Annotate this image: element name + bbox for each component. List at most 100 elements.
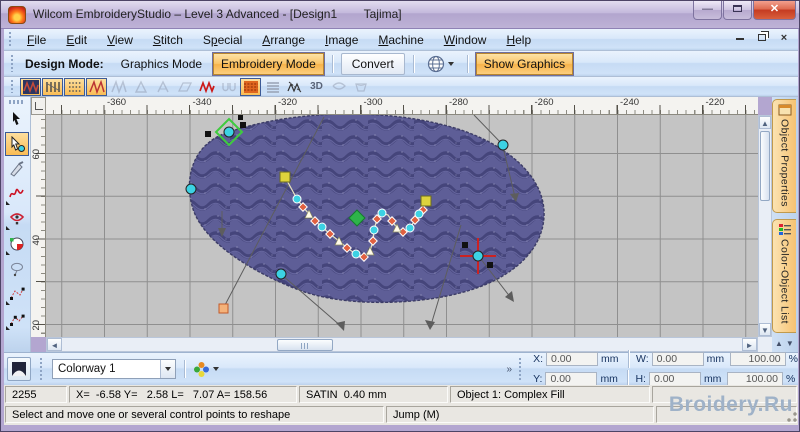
x-field[interactable]: 0.00 <box>546 352 599 366</box>
scale-y-field[interactable]: 100.00 <box>726 372 783 386</box>
convert-button[interactable]: Convert <box>340 52 405 75</box>
menu-item[interactable]: Window <box>434 31 497 49</box>
menu-bar: File Edit View Stitch Special Arrange Im… <box>4 29 798 51</box>
y-label: Y: <box>533 373 543 385</box>
embroidery-mode-button[interactable]: Embroidery Mode <box>212 51 325 76</box>
tab-color-object-list[interactable]: Color-Object List <box>772 219 796 333</box>
toolbar-grip[interactable] <box>9 100 25 104</box>
toolbar-grip[interactable] <box>10 54 15 73</box>
toolbar-grip[interactable] <box>8 32 13 47</box>
ruler-label: -340 <box>192 97 212 108</box>
w-field[interactable]: 0.00 <box>651 352 704 366</box>
tab-object-properties[interactable]: Object Properties <box>772 99 796 213</box>
menu-item[interactable]: Stitch <box>143 31 193 49</box>
zigzag-orange-icon[interactable] <box>42 77 63 96</box>
lasso-tool[interactable] <box>5 257 29 281</box>
close-button[interactable]: ✕ <box>753 1 796 20</box>
fill-a-icon <box>130 78 151 96</box>
prompt-text: Select and move one or several control p… <box>5 406 384 423</box>
menu-item[interactable]: Edit <box>56 31 97 49</box>
colorway-dropdown-icon[interactable] <box>160 360 175 378</box>
satin-outline-icon[interactable] <box>86 77 107 96</box>
menu-item[interactable]: Arrange <box>252 31 315 49</box>
ruler-label: -320 <box>278 97 298 108</box>
show-graphics-button[interactable]: Show Graphics <box>474 51 575 76</box>
reshape-tool[interactable] <box>5 132 29 156</box>
mdi-restore-icon[interactable] <box>754 32 770 46</box>
y-field[interactable]: 0.00 <box>545 372 598 386</box>
basket-weave-icon <box>350 78 371 96</box>
fill-a-open-icon <box>152 78 173 96</box>
tab-scroll-down-icon[interactable]: ▼ <box>786 339 794 348</box>
resize-grip[interactable] <box>784 407 798 423</box>
menu-item[interactable]: Help <box>496 31 541 49</box>
mdi-minimize-icon[interactable] <box>732 32 748 46</box>
wheel-tool[interactable] <box>5 232 29 256</box>
embroidery-design <box>185 115 545 331</box>
mdi-close-icon[interactable]: × <box>776 32 792 46</box>
percent-x: % <box>788 353 798 365</box>
menu-item[interactable]: Machine <box>368 31 433 49</box>
h-label: H: <box>635 373 646 385</box>
vertical-scrollbar[interactable]: ▲ ▼ <box>758 115 772 337</box>
polyline-tool[interactable] <box>5 307 29 331</box>
menu-item[interactable]: Image <box>315 31 368 49</box>
ruler-corner-button[interactable] <box>31 97 46 115</box>
ruler-label: -360 <box>107 97 127 108</box>
ruler-label: -280 <box>449 97 469 108</box>
fancy-fill-icon[interactable] <box>284 78 305 96</box>
loops-gray-icon <box>218 78 239 96</box>
zigzag-dark-icon[interactable] <box>20 77 41 96</box>
knife-tool[interactable] <box>5 157 29 181</box>
design-canvas[interactable] <box>46 115 758 337</box>
palette-button[interactable] <box>189 359 223 380</box>
scroll-up-icon[interactable]: ▲ <box>759 116 771 129</box>
select-tool[interactable] <box>5 107 29 131</box>
stitch-toolbar: 3D <box>4 77 798 97</box>
ruler-label: -240 <box>620 97 640 108</box>
freehand-tool[interactable] <box>5 182 29 206</box>
maximize-icon <box>733 5 742 12</box>
transform-panel: X: 0.00 mm W: 0.00 mm 100.00 % Y: 0.00 m… <box>533 350 798 388</box>
tab-scroll-up-icon[interactable]: ▲ <box>775 339 783 348</box>
hoop-globe-button[interactable] <box>422 53 459 75</box>
vertical-scroll-thumb[interactable] <box>760 131 770 201</box>
overflow-chevron-icon[interactable]: » <box>507 364 513 375</box>
wave-red-icon[interactable] <box>196 78 217 96</box>
horizontal-ruler: -360 -340 -320 -300 -280 -260 -240 -220 <box>46 97 758 115</box>
minimize-button[interactable]: — <box>693 1 722 20</box>
menu-item[interactable]: File <box>17 31 56 49</box>
design-mode-label: Design Mode: <box>25 56 104 71</box>
scroll-down-icon[interactable]: ▼ <box>759 323 771 336</box>
title-bar[interactable]: Wilcom EmbroideryStudio – Level 3 Advanc… <box>1 1 799 29</box>
3d-effect-icon[interactable]: 3D <box>306 78 327 96</box>
maximize-button[interactable] <box>723 1 752 20</box>
menu-item[interactable]: Special <box>193 31 252 49</box>
scroll-left-icon[interactable]: ◄ <box>47 338 62 351</box>
tatami-fill-icon[interactable] <box>240 77 261 96</box>
mode-hint: Jump (M) <box>386 406 654 423</box>
tab-label: Color-Object List <box>778 239 791 324</box>
toolbar-grip[interactable] <box>10 79 15 94</box>
flag-fill-icon <box>174 78 195 96</box>
w-unit: mm <box>706 353 725 365</box>
toolbar-grip[interactable] <box>518 357 524 381</box>
h-field[interactable]: 0.00 <box>648 372 701 386</box>
coordinates-readout: X= -6.58 Y= 2.58 L= 7.07 A= 158.56 <box>69 386 297 403</box>
toolbar-grip[interactable] <box>39 357 44 381</box>
globe-dropdown-icon[interactable] <box>447 61 454 66</box>
properties-icon <box>778 104 791 116</box>
window-title: Wilcom EmbroideryStudio – Level 3 Advanc… <box>33 7 402 21</box>
menu-item[interactable]: View <box>97 31 143 49</box>
node-edit-tool[interactable] <box>5 282 29 306</box>
color-list-icon <box>778 224 791 235</box>
horizontal-scroll-thumb[interactable] <box>277 339 333 351</box>
graphics-mode-button[interactable]: Graphics Mode <box>114 54 209 74</box>
scale-x-field[interactable]: 100.00 <box>729 352 786 366</box>
design-view-button[interactable] <box>7 357 31 381</box>
palette-dropdown-icon[interactable] <box>213 367 219 371</box>
shape-eye-tool[interactable] <box>5 207 29 231</box>
colorway-select[interactable]: Colorway 1 <box>52 359 176 379</box>
satin-lines-icon[interactable] <box>262 78 283 96</box>
dots-fill-icon[interactable] <box>64 77 85 96</box>
